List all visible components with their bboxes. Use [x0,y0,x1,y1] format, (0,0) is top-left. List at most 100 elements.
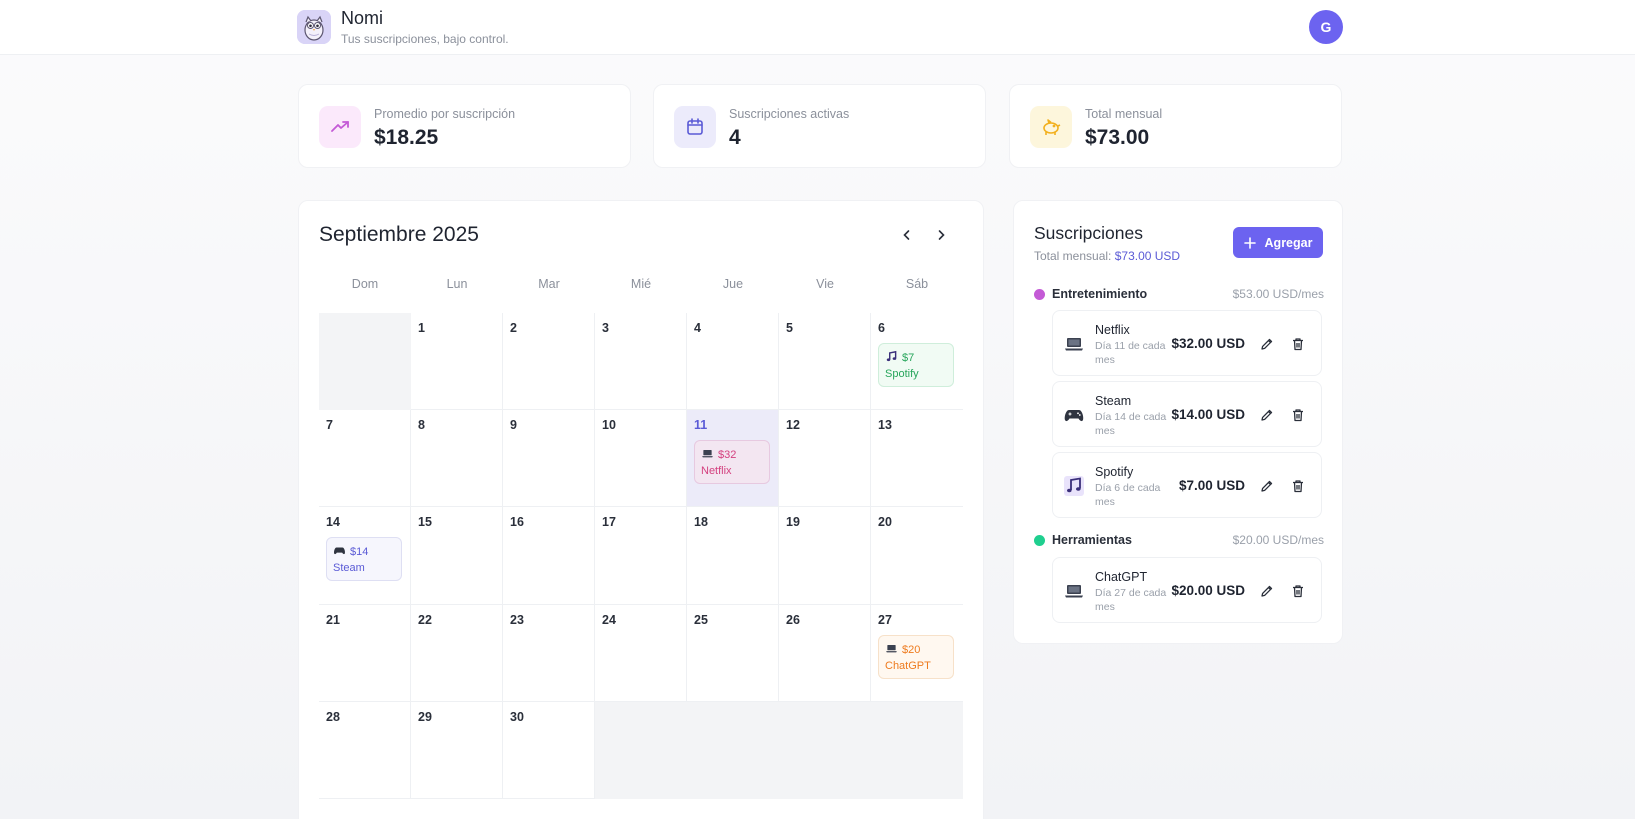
calendar-day-cell[interactable]: 16 [503,507,595,605]
prev-month-button[interactable] [893,221,921,249]
calendar-event[interactable]: $7 Spotify [878,343,954,387]
total-value: $73.00 USD [1114,249,1181,263]
calendar-day-cell[interactable]: 12 [779,410,871,508]
plus-icon [1243,236,1256,249]
subscription-item-chatgpt[interactable]: ChatGPT Día 27 de cada mes $20.00 USD [1052,557,1322,623]
stat-value: $73.00 [1085,126,1150,149]
event-name: ChatGPT [885,659,931,672]
user-avatar[interactable]: G [1309,10,1343,44]
calendar-day-cell[interactable]: 6 $7 Spotify [871,313,963,411]
day-number: 26 [786,612,800,627]
day-number: 21 [326,612,340,627]
stat-card-average: Promedio por suscripción $18.25 [298,84,631,168]
day-number: 7 [326,418,333,433]
calendar-event[interactable]: $32 Netflix [694,440,770,485]
stat-label: Suscripciones activas [729,107,850,121]
event-name: Steam [333,562,365,575]
stat-card-total: Total mensual $73.00 [1009,84,1342,168]
subscription-item-spotify[interactable]: Spotify Día 6 de cada mes $7.00 USD [1052,452,1322,518]
laptop-icon [701,447,715,464]
calendar-day-cell[interactable]: 14 $14 Steam [319,507,411,605]
music-note-icon [1063,475,1085,497]
calendar-day-cell[interactable]: 13 [871,410,963,508]
weekday-label: Lun [446,277,468,291]
edit-button[interactable] [1257,405,1277,425]
trending-up-icon [319,106,361,148]
add-subscription-button[interactable]: Agregar [1233,227,1323,258]
calendar-day-cell[interactable]: 7 [319,410,411,508]
next-month-button[interactable] [927,221,955,249]
event-amount: $7 [902,352,915,364]
trash-icon [1293,585,1303,598]
calendar-day-cell[interactable]: 21 [319,604,411,702]
edit-button[interactable] [1257,476,1277,496]
subscription-price: $20.00 USD [1171,583,1245,598]
day-number: 17 [602,515,616,530]
edit-button[interactable] [1257,334,1277,354]
stat-value: $18.25 [374,126,439,149]
calendar-day-cell[interactable]: 3 [595,313,687,411]
calendar-day-cell[interactable]: 15 [411,507,503,605]
calendar-day-cell[interactable]: 26 [779,604,871,702]
weekday-label: Dom [351,277,379,291]
calendar-day-cell[interactable]: 27 $20 ChatGPT [871,604,963,702]
day-number: 14 [326,515,340,530]
calendar-day-cell[interactable]: 29 [411,701,503,799]
delete-button[interactable] [1288,334,1308,354]
calendar-icon [674,106,716,148]
calendar-day-cell[interactable]: 4 [687,313,779,411]
calendar-day-cell[interactable]: 17 [595,507,687,605]
add-label: Agregar [1264,235,1313,250]
subscription-name: Spotify [1095,465,1134,479]
calendar-day-cell[interactable]: 11 $32 Netflix [687,410,779,508]
event-name: Spotify [885,368,919,380]
calendar-day-cell[interactable]: 2 [503,313,595,411]
calendar-day-cell[interactable]: 10 [595,410,687,508]
delete-button[interactable] [1288,476,1308,496]
category-color-dot [1034,534,1045,546]
calendar-day-cell[interactable]: 22 [411,604,503,702]
calendar-day-cell[interactable]: 8 [411,410,503,508]
subscription-item-netflix[interactable]: Netflix Día 11 de cada mes $32.00 USD [1052,310,1322,376]
calendar-day-cell[interactable]: 24 [595,604,687,702]
calendar-day-cell[interactable]: 9 [503,410,595,508]
calendar-day-cell[interactable]: 23 [503,604,595,702]
delete-button[interactable] [1288,405,1308,425]
calendar-day-cell[interactable]: 5 [779,313,871,411]
calendar-day-cell[interactable]: 19 [779,507,871,605]
calendar-day-cell[interactable]: 1 [411,313,503,411]
category-name: Entretenimiento [1052,287,1148,301]
calendar-day-cell[interactable]: 20 [871,507,963,605]
category-header-entretenimiento: Entretenimiento $53.00 USD/mes [1034,285,1324,303]
subscriptions-total: Total mensual: $73.00 USD [1034,249,1180,263]
stat-label: Total mensual [1085,107,1163,121]
calendar-day-cell[interactable]: 18 [687,507,779,605]
delete-button[interactable] [1288,581,1308,601]
subscription-item-steam[interactable]: Steam Día 14 de cada mes $14.00 USD [1052,381,1322,447]
day-number: 1 [418,321,425,335]
calendar-empty-cell [779,701,871,799]
subscription-billing-day: Día 27 de cada mes [1095,587,1167,613]
pencil-icon [1261,585,1273,597]
day-number: 12 [786,418,800,433]
calendar-event[interactable]: $20 ChatGPT [878,634,954,679]
edit-button[interactable] [1257,581,1277,601]
laptop-icon [1063,333,1085,355]
calendar-day-cell[interactable]: 28 [319,701,411,799]
category-header-herramientas: Herramientas $20.00 USD/mes [1034,531,1324,549]
day-number: 6 [878,321,885,335]
category-total: $20.00 USD/mes [1232,533,1324,547]
day-number: 16 [510,515,524,530]
day-number: 9 [510,418,517,433]
weekday-header: Dom Lun Mar Mié Jue Vie Sáb [319,277,963,297]
day-number: 25 [694,612,708,627]
total-label: Total mensual: [1034,249,1112,263]
day-number: 19 [786,515,800,530]
day-number: 28 [326,709,340,724]
weekday-label: Sáb [905,277,929,291]
day-number: 3 [602,321,609,335]
calendar-day-cell[interactable]: 25 [687,604,779,702]
trash-icon [1293,480,1303,493]
calendar-day-cell[interactable]: 30 [503,701,595,799]
calendar-event[interactable]: $14 Steam [326,537,402,582]
